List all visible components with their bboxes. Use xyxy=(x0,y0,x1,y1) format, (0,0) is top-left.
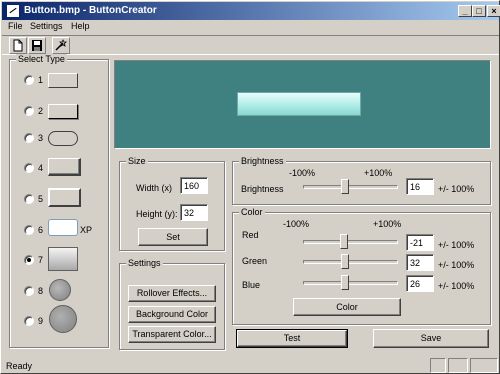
type-label-6: 6 xyxy=(38,225,44,235)
blue-slider-thumb[interactable] xyxy=(341,275,349,290)
type-preview-3[interactable] xyxy=(48,131,78,146)
red-label: Red xyxy=(242,230,259,240)
red-range-label: +/- 100% xyxy=(438,240,475,250)
transparent-color-button[interactable]: Transparent Color... xyxy=(128,326,216,343)
brightness-max-label: +100% xyxy=(364,168,393,178)
height-input[interactable]: 32 xyxy=(180,204,208,221)
brightness-title: Brightness xyxy=(239,156,286,166)
color-group: Color -100% +100% Red -21 +/- 100% Green… xyxy=(232,207,491,325)
size-title: Size xyxy=(126,156,148,166)
green-label: Green xyxy=(242,256,268,266)
type-preview-7[interactable] xyxy=(48,247,78,271)
new-document-icon xyxy=(13,39,23,52)
red-value-input[interactable]: -21 xyxy=(406,234,434,251)
blue-value-input[interactable]: 26 xyxy=(406,275,434,292)
preview-canvas xyxy=(114,60,491,149)
status-panel-3 xyxy=(470,358,498,373)
title-bar[interactable]: Button.bmp - ButtonCreator _ □ × xyxy=(2,2,500,20)
type-radio-3[interactable] xyxy=(24,133,34,143)
type-radio-6[interactable] xyxy=(24,225,34,235)
background-color-button[interactable]: Background Color xyxy=(128,306,216,323)
type-preview-6[interactable] xyxy=(48,219,78,236)
type-label-8: 8 xyxy=(38,286,44,296)
menu-file[interactable]: File xyxy=(8,21,23,31)
new-document-button[interactable] xyxy=(9,37,27,54)
type-label-9: 9 xyxy=(38,316,44,326)
settings-title: Settings xyxy=(126,258,163,268)
minimize-button[interactable]: _ xyxy=(458,5,472,17)
type-radio-5[interactable] xyxy=(24,194,34,204)
type-preview-4[interactable] xyxy=(48,158,81,176)
select-type-title: Select Type xyxy=(16,54,67,64)
toolbar xyxy=(2,35,499,55)
brightness-label: Brightness xyxy=(241,184,284,194)
status-panel-2 xyxy=(448,358,468,373)
type-radio-8[interactable] xyxy=(24,286,34,296)
type-label-5: 5 xyxy=(38,194,44,204)
height-label: Height (y): xyxy=(136,209,178,219)
close-button[interactable]: × xyxy=(487,5,500,17)
test-button[interactable]: Test xyxy=(236,329,348,348)
save-button[interactable]: Save xyxy=(373,329,489,348)
color-max-label: +100% xyxy=(373,219,402,229)
maximize-button[interactable]: □ xyxy=(472,5,486,17)
brightness-value-input[interactable]: 16 xyxy=(406,178,434,195)
select-type-group: Select Type 1 2 3 4 5 6 XP 7 8 9 xyxy=(9,54,109,348)
red-slider-thumb[interactable] xyxy=(340,234,348,249)
preview-button xyxy=(237,92,361,116)
width-label: Width (x) xyxy=(136,183,172,193)
xp-label: XP xyxy=(80,225,93,235)
settings-group: Settings Rollover Effects... Background … xyxy=(119,258,225,350)
menu-bar: File Settings Help xyxy=(2,20,499,34)
color-min-label: -100% xyxy=(283,219,310,229)
brightness-group: Brightness -100% +100% Brightness 16 +/-… xyxy=(232,156,491,205)
brightness-min-label: -100% xyxy=(289,168,316,178)
color-title: Color xyxy=(239,207,265,217)
main-window: Button.bmp - ButtonCreator _ □ × File Se… xyxy=(0,0,500,374)
blue-label: Blue xyxy=(242,280,261,290)
width-input[interactable]: 160 xyxy=(180,177,208,194)
type-preview-5[interactable] xyxy=(48,188,81,207)
status-panel-1 xyxy=(430,358,446,373)
type-label-3: 3 xyxy=(38,133,44,143)
color-button[interactable]: Color xyxy=(293,298,401,316)
brightness-range-label: +/- 100% xyxy=(438,184,475,194)
type-preview-8[interactable] xyxy=(49,279,71,301)
window-title: Button.bmp - ButtonCreator xyxy=(24,5,157,16)
type-radio-9[interactable] xyxy=(24,316,34,326)
type-radio-1[interactable] xyxy=(24,75,34,85)
type-radio-7[interactable] xyxy=(24,255,34,265)
size-group: Size Width (x) 160 Height (y): 32 Set xyxy=(119,156,225,251)
red-slider-track[interactable] xyxy=(303,240,398,244)
type-preview-1[interactable] xyxy=(48,73,78,88)
type-label-1: 1 xyxy=(38,75,44,85)
menu-help[interactable]: Help xyxy=(71,21,90,31)
green-value-input[interactable]: 32 xyxy=(406,254,434,271)
green-slider-thumb[interactable] xyxy=(341,254,349,269)
green-slider-track[interactable] xyxy=(303,260,398,264)
wand-button[interactable] xyxy=(52,37,70,54)
blue-slider-track[interactable] xyxy=(303,281,398,285)
status-text: Ready xyxy=(6,361,33,371)
brightness-slider-thumb[interactable] xyxy=(341,179,349,194)
type-radio-2[interactable] xyxy=(24,106,34,116)
green-range-label: +/- 100% xyxy=(438,260,475,270)
app-icon xyxy=(6,4,20,18)
type-preview-9[interactable] xyxy=(49,305,77,333)
save-disk-icon xyxy=(32,40,42,51)
type-label-7: 7 xyxy=(38,255,44,265)
type-label-2: 2 xyxy=(38,106,44,116)
wand-icon xyxy=(55,39,67,51)
brightness-slider-track[interactable] xyxy=(303,185,398,189)
blue-range-label: +/- 100% xyxy=(438,281,475,291)
type-label-4: 4 xyxy=(38,163,44,173)
type-radio-4[interactable] xyxy=(24,163,34,173)
type-preview-2[interactable] xyxy=(48,104,78,119)
menu-settings[interactable]: Settings xyxy=(30,21,63,31)
save-button-toolbar[interactable] xyxy=(28,37,46,54)
set-size-button[interactable]: Set xyxy=(138,228,208,246)
status-bar: Ready xyxy=(2,358,499,374)
rollover-effects-button[interactable]: Rollover Effects... xyxy=(128,285,216,302)
